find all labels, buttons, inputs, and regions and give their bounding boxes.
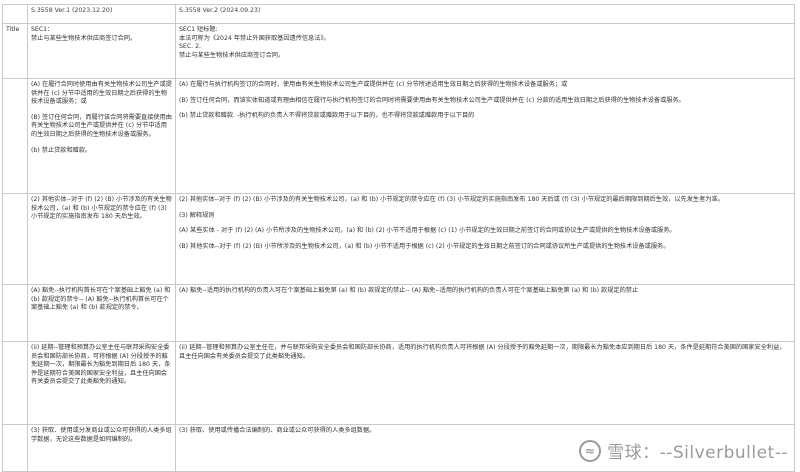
table-row: Title SEC1： 禁止与某些生物技术供应商签订合同。 SEC1 短标题: … <box>2 23 795 79</box>
paragraph: (A) 某些实体 - 对于 (f) (2) (A) 小节所涉及的生物技术公司，(… <box>179 227 676 235</box>
header-version-2: S.3558 Ver.2 (2024.09.23) <box>175 4 795 24</box>
table-row: (A) 豁免--执行机构首长可在个案基础上豁免 (a) 和 (b) 款规定的禁令… <box>2 284 795 342</box>
table-row: (A) 在履行合同时使用由有关生物技术公司生产或提供并在 (c) 分节中适用的生… <box>2 78 795 194</box>
paragraph: (2) 其他实体--对于 (f) (2) (B) 小节涉及的有关生物技术公司，(… <box>179 196 724 203</box>
paragraph: (3) 解释规则 <box>179 211 215 219</box>
row-label <box>2 341 28 425</box>
row-label <box>2 78 28 194</box>
table-row: (ii) 延期--管理和预算办公室主任与联邦采购安全委员会和国防部长协商，可将根… <box>2 341 795 425</box>
cell-version-1: (2) 其他实体--对于 (f) (2) (B) 小节涉及的有关生物技术公司，(… <box>27 193 176 285</box>
paragraph: (2) 其他实体--对于 (f) (2) (B) 小节涉及的有关生物技术公司，(… <box>31 196 172 221</box>
cell-version-1: (3) 获取、使用或分发商业或公众可获得的人类多组学数据，无论这些数据是如何编制… <box>27 424 176 472</box>
text-line: 禁止与某些生物技术供应商签订合同。 <box>31 34 137 42</box>
text-line: 禁止与某些生物技术供应商签订合同。 <box>179 51 285 59</box>
row-label <box>2 193 28 285</box>
row-label <box>2 284 28 342</box>
text-line: 本法可称为《2024 年禁止外国获取基因遗传信息法》。 <box>179 34 330 42</box>
cell-version-1: (ii) 延期--管理和预算办公室主任与联邦采购安全委员会和国防部长协商，可将根… <box>27 341 176 425</box>
text-line: SEC. 2. <box>179 43 201 51</box>
text-line: SEC1 短标题: <box>179 26 218 33</box>
cell-version-2: (2) 其他实体--对于 (f) (2) (B) 小节涉及的有关生物技术公司，(… <box>175 193 795 285</box>
cell-version-2: (A) 在履行与执行机构签订的合同时，使用由有关生物技术公司生产或提供并在 (c… <box>175 78 795 194</box>
header-corner-cell <box>2 4 28 24</box>
paragraph: (A) 豁免--适用的执行机构的负责人可在个案基础上豁免第 (a) 和 (b) … <box>179 287 639 294</box>
text-line: SEC1： <box>31 26 54 33</box>
watermark-text: 雪球：--Silverbullet-- <box>607 443 788 463</box>
cell-version-2: SEC1 短标题: 本法可称为《2024 年禁止外国获取基因遗传信息法》。 SE… <box>175 23 795 79</box>
header-version-1: S.3558 Ver.1 (2023.12.20) <box>27 4 176 24</box>
paragraph: (b) 禁止贷款和赠款. -执行机构的负责人不得将贷款或赠款用于以下目的，也不得… <box>179 112 475 120</box>
cell-version-1: (A) 豁免--执行机构首长可在个案基础上豁免 (a) 和 (b) 款规定的禁令… <box>27 284 176 342</box>
row-label <box>2 424 28 472</box>
row-label: Title <box>2 23 28 79</box>
paragraph: (3) 获取、使用或传播合法编制的、商业或公众可获得的人类多组数据。 <box>179 427 376 434</box>
paragraph: (b) 禁止贷款和赠款。 <box>31 146 92 154</box>
cell-version-1: SEC1： 禁止与某些生物技术供应商签订合同。 <box>27 23 176 79</box>
paragraph: (A) 豁免--执行机构首长可在个案基础上豁免 (a) 和 (b) 款规定的禁令… <box>31 287 171 312</box>
paragraph: (B) 其他实体--对于 (f) (2) (B) 小节所涉及的生物技术公司，(a… <box>179 242 670 250</box>
paragraph: (3) 获取、使用或分发商业或公众可获得的人类多组学数据，无论这些数据是如何编制… <box>31 427 172 443</box>
paragraph: (B) 签订任何合同，而履行该合同将需要直接使用由有关生物技术公司生产或提供并在… <box>31 113 172 138</box>
watermark: ≈ 雪球：--Silverbullet-- <box>579 438 788 463</box>
cell-version-1: (A) 在履行合同时使用由有关生物技术公司生产或提供并在 (c) 分节中适用的生… <box>27 78 176 194</box>
cell-version-2: (A) 豁免--适用的执行机构的负责人可在个案基础上豁免第 (a) 和 (b) … <box>175 284 795 342</box>
table-row: (2) 其他实体--对于 (f) (2) (B) 小节涉及的有关生物技术公司，(… <box>2 193 795 285</box>
snowball-logo-icon: ≈ <box>579 439 602 462</box>
paragraph: (ii) 延期--管理和预算办公室主任在，并与联邦采购安全委员会和国防部长协商，… <box>179 344 786 360</box>
paragraph: (A) 在履行合同时使用由有关生物技术公司生产或提供并在 (c) 分节中适用的生… <box>31 81 172 106</box>
cell-version-2: (ii) 延期--管理和预算办公室主任在，并与联邦采购安全委员会和国防部长协商，… <box>175 341 795 425</box>
paragraph: (A) 在履行与执行机构签订的合同时，使用由有关生物技术公司生产或提供并在 (c… <box>179 81 568 88</box>
comparison-table: S.3558 Ver.1 (2023.12.20) S.3558 Ver.2 (… <box>2 4 795 472</box>
paragraph: (B) 签订任何合同，而该实体知道或有理由相信在履行与执行机构签订的合同时将需要… <box>179 96 685 104</box>
paragraph: (ii) 延期--管理和预算办公室主任与联邦采购安全委员会和国防部长协商，可将根… <box>31 344 171 386</box>
table-header-row: S.3558 Ver.1 (2023.12.20) S.3558 Ver.2 (… <box>2 4 795 24</box>
